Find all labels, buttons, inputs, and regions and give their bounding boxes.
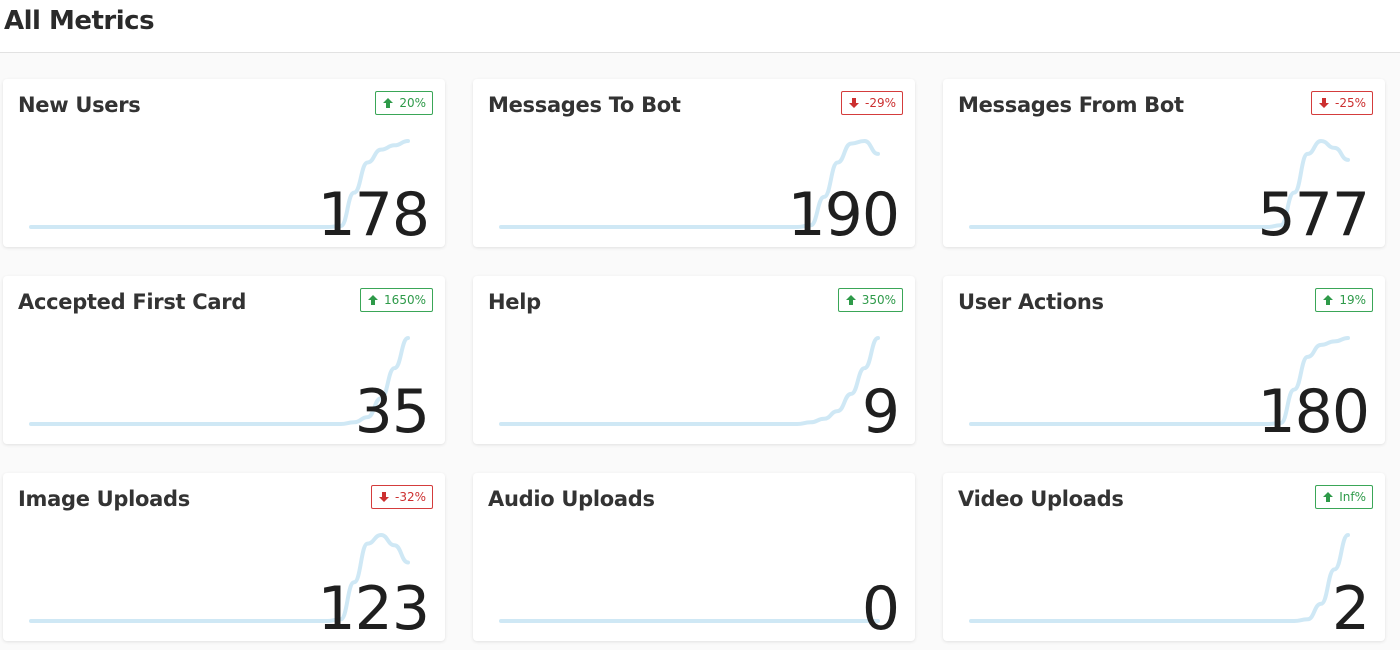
page-header: All Metrics (0, 0, 1400, 53)
metric-card-audio-uploads[interactable]: Audio Uploads 0 (473, 473, 915, 641)
metric-value: 0 (861, 574, 900, 641)
metric-card-image-uploads[interactable]: Image Uploads -32% 123 (3, 473, 445, 641)
metric-value: 190 (787, 180, 900, 247)
metric-value: 9 (861, 377, 900, 444)
arrow-down-icon (1318, 97, 1330, 109)
metric-title: Messages To Bot (488, 93, 681, 117)
metric-title: Accepted First Card (18, 290, 247, 314)
arrow-up-icon (1322, 294, 1334, 306)
metric-title: New Users (18, 93, 141, 117)
metric-value: 180 (1257, 377, 1370, 444)
metric-card-help[interactable]: Help 350% 9 (473, 276, 915, 444)
arrow-up-icon (367, 294, 379, 306)
change-badge: 350% (837, 288, 903, 312)
metric-title: Help (488, 290, 541, 314)
change-badge: Inf% (1315, 485, 1373, 509)
change-badge: -25% (1310, 91, 1373, 115)
change-value: 19% (1339, 293, 1366, 307)
metric-value: 178 (317, 180, 430, 247)
change-value: 20% (399, 96, 426, 110)
change-value: Inf% (1339, 490, 1366, 504)
metric-card-new-users[interactable]: New Users 20% 178 (3, 79, 445, 247)
metric-card-video-uploads[interactable]: Video Uploads Inf% 2 (943, 473, 1385, 641)
metric-card-accepted-first-card[interactable]: Accepted First Card 1650% 35 (3, 276, 445, 444)
arrow-up-icon (382, 97, 394, 109)
change-badge: -32% (370, 485, 433, 509)
metric-title: Messages From Bot (958, 93, 1184, 117)
change-value: -29% (864, 96, 896, 110)
metric-value: 577 (1257, 180, 1370, 247)
change-value: -32% (394, 490, 426, 504)
change-badge: 1650% (360, 288, 433, 312)
metric-card-user-actions[interactable]: User Actions 19% 180 (943, 276, 1385, 444)
page-title: All Metrics (4, 6, 155, 36)
change-badge: -29% (840, 91, 903, 115)
metric-value: 2 (1331, 574, 1370, 641)
metrics-page: All Metrics New Users 20% 178 Messages T… (0, 0, 1400, 650)
change-value: 350% (861, 293, 896, 307)
metric-title: Video Uploads (958, 487, 1124, 511)
change-badge: 20% (375, 91, 433, 115)
change-badge: 19% (1315, 288, 1373, 312)
arrow-up-icon (845, 294, 857, 306)
change-value: -25% (1334, 96, 1366, 110)
metrics-grid: New Users 20% 178 Messages To Bot -29% 1… (3, 79, 1385, 641)
arrow-down-icon (378, 491, 390, 503)
metric-value: 35 (354, 377, 430, 444)
metric-card-messages-to-bot[interactable]: Messages To Bot -29% 190 (473, 79, 915, 247)
metric-title: User Actions (958, 290, 1104, 314)
change-value: 1650% (384, 293, 426, 307)
metric-card-messages-from-bot[interactable]: Messages From Bot -25% 577 (943, 79, 1385, 247)
arrow-up-icon (1322, 491, 1334, 503)
metric-value: 123 (317, 574, 430, 641)
arrow-down-icon (848, 97, 860, 109)
metric-title: Audio Uploads (488, 487, 655, 511)
metric-title: Image Uploads (18, 487, 190, 511)
